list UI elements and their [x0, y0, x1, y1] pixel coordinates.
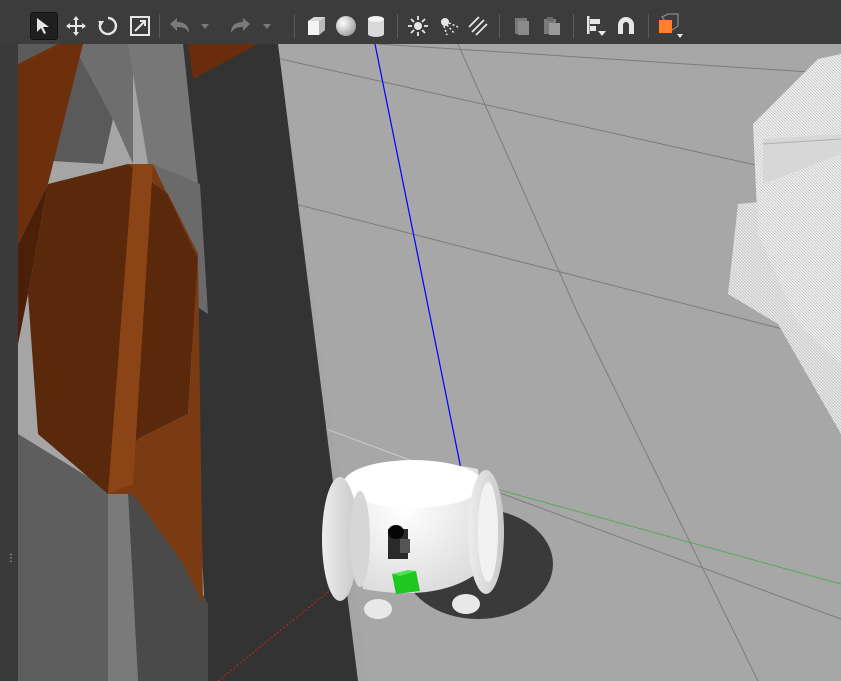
redo-dropdown-icon[interactable] — [258, 12, 276, 40]
undo-dropdown-icon[interactable] — [196, 12, 214, 40]
copy-icon[interactable] — [508, 12, 536, 40]
align-icon[interactable] — [582, 12, 610, 40]
toolbar-separator — [573, 14, 574, 38]
toolbar-separator — [648, 14, 649, 38]
scale-mode-icon[interactable] — [126, 12, 154, 40]
panel-resize-handle[interactable]: ⋮ — [6, 554, 16, 566]
rotate-mode-icon[interactable] — [94, 12, 122, 40]
sphere-shape-icon[interactable] — [332, 12, 360, 40]
snap-magnet-icon[interactable] — [612, 12, 640, 40]
box-shape-icon[interactable] — [302, 12, 330, 40]
directional-light-icon[interactable] — [464, 12, 492, 40]
view-angle-cube-icon[interactable] — [656, 12, 684, 40]
toolbar-separator — [159, 14, 160, 38]
toolbar-separator — [499, 14, 500, 38]
select-mode-icon[interactable] — [30, 12, 58, 40]
toolbar-separator — [294, 14, 295, 38]
translate-mode-icon[interactable] — [62, 12, 90, 40]
caster-wheel-back — [452, 594, 480, 614]
undo-icon[interactable] — [166, 12, 194, 40]
left-panel-collapsed: ⋮ — [0, 44, 19, 681]
caster-wheel-front — [364, 599, 392, 619]
spot-light-icon[interactable] — [434, 12, 462, 40]
paste-icon[interactable] — [538, 12, 566, 40]
redo-icon[interactable] — [226, 12, 254, 40]
toolbar-separator — [397, 14, 398, 38]
cylinder-shape-icon[interactable] — [362, 12, 390, 40]
3d-viewport[interactable] — [18, 44, 841, 681]
toolbar — [0, 0, 841, 45]
point-light-icon[interactable] — [404, 12, 432, 40]
